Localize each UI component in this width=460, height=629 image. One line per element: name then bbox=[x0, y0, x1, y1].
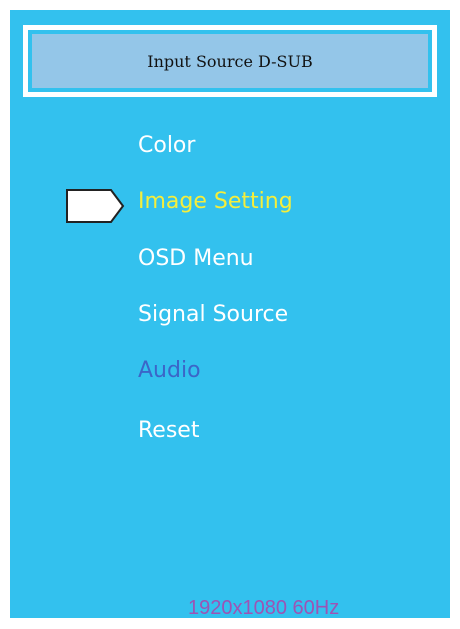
menu-item-signal-source[interactable]: Signal Source bbox=[138, 304, 288, 326]
header-title: Input Source D-SUB bbox=[147, 51, 313, 71]
resolution-status: 1920x1080 60Hz bbox=[188, 597, 340, 619]
menu-item-audio[interactable]: Audio bbox=[138, 360, 201, 382]
menu-item-image-setting[interactable]: Image Setting bbox=[138, 191, 293, 213]
menu-item-reset[interactable]: Reset bbox=[138, 420, 199, 442]
menu-item-color[interactable]: Color bbox=[138, 135, 195, 157]
osd-menu-panel: Input Source D-SUB Color Image Setting O… bbox=[10, 10, 450, 619]
input-source-header: Input Source D-SUB bbox=[23, 25, 437, 97]
arrow-pointer-icon bbox=[66, 189, 125, 223]
menu-item-osd-menu[interactable]: OSD Menu bbox=[138, 248, 254, 270]
